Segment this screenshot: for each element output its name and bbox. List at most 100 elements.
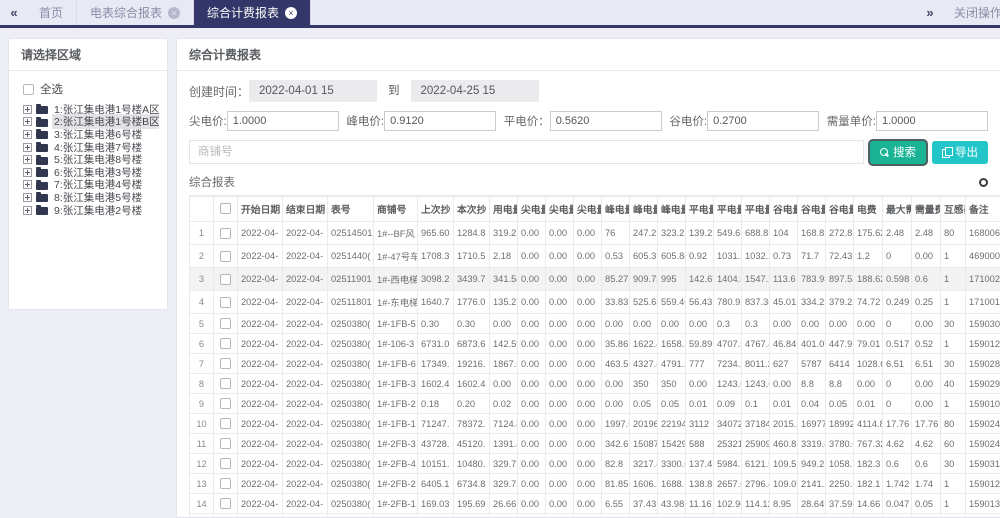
table-cell: 0.00	[574, 454, 602, 474]
row-checkbox[interactable]	[220, 398, 231, 409]
table-row: 12022-04-2022-04-025145011#--BF风965.6012…	[190, 222, 1000, 245]
table-cell: 0.00	[798, 314, 826, 334]
table-cell: 0.6	[883, 454, 912, 474]
table-cell: 16977.	[798, 414, 826, 434]
index-header-cell	[190, 197, 214, 222]
tab-close-icon[interactable]: ×	[285, 7, 297, 19]
row-checkbox[interactable]	[220, 498, 231, 509]
export-file-icon	[942, 147, 951, 157]
table-cell: 0.00	[546, 434, 574, 454]
table-cell: 588	[686, 434, 714, 454]
expand-plus-icon[interactable]	[23, 180, 32, 189]
tab-3[interactable]: 综合计费报表×	[194, 0, 311, 25]
table-cell: 0.6	[912, 268, 941, 291]
table-cell: 2022-04-	[283, 494, 328, 514]
expand-plus-icon[interactable]	[23, 105, 32, 114]
table-cell: 1284.8	[454, 222, 490, 245]
row-checkbox[interactable]	[220, 338, 231, 349]
expand-plus-icon[interactable]	[23, 206, 32, 215]
select-all-row[interactable]: 全选	[23, 81, 159, 97]
row-checkbox[interactable]	[220, 458, 231, 469]
table-cell: 1#--BF风	[374, 222, 418, 245]
table-cell: 0250380(	[328, 354, 374, 374]
row-checkbox-cell	[214, 514, 238, 518]
table-cell: 0.00	[518, 291, 546, 314]
tree-item[interactable]: 9:张江集电港2号楼	[23, 204, 159, 217]
table-cell: 0.00	[574, 354, 602, 374]
table-row: 22022-04-2022-04-0251440(1#-47号车1708.317…	[190, 245, 1000, 268]
search-button[interactable]: 搜索	[870, 141, 926, 164]
table-cell: 7124.8	[490, 414, 518, 434]
table-cell: 15429.	[658, 434, 686, 454]
row-checkbox[interactable]	[220, 378, 231, 389]
row-checkbox[interactable]	[220, 438, 231, 449]
row-checkbox[interactable]	[220, 251, 231, 262]
table-cell: 6873.6	[454, 334, 490, 354]
table-cell: 9504	[658, 514, 686, 518]
table-cell: 2022-04-	[238, 222, 283, 245]
price-input[interactable]	[876, 111, 988, 131]
row-checkbox[interactable]	[220, 358, 231, 369]
table-header-cell: 上次抄	[418, 197, 454, 222]
table-cell: 0.00	[574, 374, 602, 394]
table-cell: 2022-04-	[238, 474, 283, 494]
close-operations-menu[interactable]: 关闭操作	[954, 4, 1000, 21]
row-checkbox[interactable]	[220, 228, 231, 239]
expand-plus-icon[interactable]	[23, 193, 32, 202]
table-cell: 0.249	[883, 291, 912, 314]
table-cell: 780.92	[714, 291, 742, 314]
select-all-checkbox[interactable]	[23, 84, 34, 95]
row-checkbox[interactable]	[220, 478, 231, 489]
table-cell: 33.83	[602, 291, 630, 314]
price-field-4: 谷电价:	[669, 111, 819, 131]
table-cell: 0.00	[518, 434, 546, 454]
expand-plus-icon[interactable]	[23, 117, 32, 126]
table-cell: 6731.0	[418, 334, 454, 354]
tab-label: 电表综合报表	[90, 4, 162, 21]
row-index: 3	[190, 268, 214, 291]
table-header-cell: 互感器	[941, 197, 966, 222]
table-cell: 0250380(	[328, 314, 374, 334]
expand-plus-icon[interactable]	[23, 155, 32, 164]
table-cell: 2141.2	[798, 474, 826, 494]
export-button[interactable]: 导出	[932, 141, 988, 164]
table-cell: 4767.4	[742, 334, 770, 354]
select-all-rows-checkbox[interactable]	[220, 203, 231, 214]
scroll-tabs-right-icon[interactable]: »	[916, 5, 942, 20]
expand-plus-icon[interactable]	[23, 168, 32, 177]
price-input[interactable]	[227, 111, 339, 131]
table-cell: 2250.3	[826, 474, 854, 494]
date-to-input[interactable]	[411, 80, 539, 102]
table-cell: 4791.3	[658, 354, 686, 374]
table-cell: 45.01	[770, 291, 798, 314]
price-field-1: 尖电价:	[189, 111, 339, 131]
table-cell: 549.6	[714, 222, 742, 245]
table-cell: 02511801	[328, 291, 374, 314]
scroll-tabs-left-icon[interactable]: «	[0, 0, 26, 25]
row-checkbox[interactable]	[220, 418, 231, 429]
table-cell: 2.48	[883, 222, 912, 245]
row-index: 14	[190, 494, 214, 514]
tree-item-label[interactable]: 9:张江集电港2号楼	[52, 203, 144, 218]
table-cell: 0.00	[490, 314, 518, 334]
gear-icon[interactable]	[979, 178, 988, 187]
tab-close-icon[interactable]: ×	[168, 7, 180, 19]
shop-number-input[interactable]	[189, 140, 864, 164]
tab-1[interactable]: 首页	[26, 0, 77, 25]
price-input[interactable]	[707, 111, 819, 131]
row-checkbox[interactable]	[220, 274, 231, 285]
row-checkbox[interactable]	[220, 318, 231, 329]
table-cell: 0.3	[714, 314, 742, 334]
table-cell: 1590292	[966, 374, 1000, 394]
row-index: 4	[190, 291, 214, 314]
date-from-input[interactable]	[249, 80, 377, 102]
table-cell: 114.12	[742, 494, 770, 514]
expand-plus-icon[interactable]	[23, 143, 32, 152]
expand-plus-icon[interactable]	[23, 130, 32, 139]
table-cell: 1622.4	[630, 334, 658, 354]
tab-2[interactable]: 电表综合报表 ×	[77, 0, 194, 25]
row-checkbox[interactable]	[220, 297, 231, 308]
table-cell: 0250380(	[328, 334, 374, 354]
price-input[interactable]	[384, 111, 496, 131]
price-input[interactable]	[550, 111, 662, 131]
